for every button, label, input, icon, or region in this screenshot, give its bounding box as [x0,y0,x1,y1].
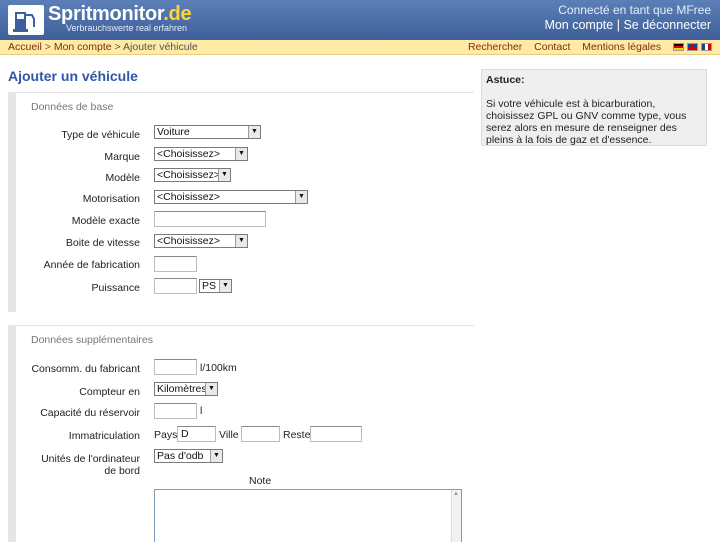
country-label: Pays [154,429,178,441]
logout-link[interactable]: Se déconnecter [623,18,711,32]
site-tagline: Verbrauchswerte real erfahren [66,23,188,33]
note-label: Note [249,475,272,487]
power-unit-select[interactable]: PS ▼ [199,279,232,293]
engine-select[interactable]: <Choisissez> ▼ [154,190,308,204]
rest-label: Reste [283,429,311,441]
exact-model-input[interactable] [154,211,266,227]
dropdown-arrow-icon: ▼ [219,280,231,292]
model-select[interactable]: <Choisissez> ▼ [154,168,231,182]
german-flag-icon[interactable] [673,43,684,51]
gearbox-label: Boite de vitesse [65,237,140,249]
breadcrumb: Accueil > Mon compte > Ajouter véhicule [8,40,198,54]
section-divider [16,92,474,93]
page-title: Ajouter un véhicule [8,68,138,84]
section-title: Données supplémentaires [31,334,153,346]
board-units-label: Unités de l'ordinateur de bord [8,453,140,477]
counter-label: Compteur en [79,386,140,398]
year-input[interactable] [154,256,197,272]
link-separator: | [616,18,620,32]
dropdown-arrow-icon: ▼ [235,148,247,160]
board-units-label-line2: de bord [104,465,140,477]
country-input[interactable] [177,426,216,442]
breadcrumb-separator: > [114,41,121,53]
tip-box: Astuce: Si votre véhicule est à bicarbur… [481,69,707,146]
city-input[interactable] [241,426,280,442]
vehicle-type-label: Type de véhicule [61,129,140,141]
engine-label: Motorisation [82,193,140,205]
french-flag-icon[interactable] [701,43,712,51]
legal-link[interactable]: Mentions légales [582,41,661,53]
breadcrumb-account[interactable]: Mon compte [54,41,112,53]
counter-value: Kilomètres [157,383,207,395]
contact-link[interactable]: Contact [534,41,570,53]
nav-bar: Accueil > Mon compte > Ajouter véhicule … [0,40,720,55]
engine-value: <Choisissez> [157,191,221,203]
my-account-link[interactable]: Mon compte [544,18,613,32]
user-info: Connecté en tant que MFree Mon compte | … [544,3,711,33]
logged-in-text: Connecté en tant que MFree [558,3,711,17]
section-title: Données de base [31,101,114,113]
registration-label: Immatriculation [68,430,140,442]
breadcrumb-separator: > [44,41,51,53]
year-label: Année de fabrication [43,259,140,271]
vehicle-type-select[interactable]: Voiture ▼ [154,125,261,139]
brand-select[interactable]: <Choisissez> ▼ [154,147,248,161]
breadcrumb-home[interactable]: Accueil [8,41,42,53]
uk-flag-icon[interactable] [687,43,698,51]
power-input[interactable] [154,278,197,294]
top-nav-links: Rechercher Contact Mentions légales [459,40,712,54]
section-divider [16,325,474,326]
fuel-pump-logo-icon[interactable] [8,5,44,35]
board-units-label-line1: Unités de l'ordinateur [41,453,140,465]
dropdown-arrow-icon: ▼ [205,383,217,395]
breadcrumb-current: Ajouter véhicule [123,41,198,53]
consumption-input[interactable] [154,359,197,375]
vehicle-type-value: Voiture [157,126,190,138]
model-label: Modèle [105,172,140,184]
textarea-scrollbar[interactable] [451,490,461,542]
note-textarea[interactable] [154,489,462,542]
board-units-select[interactable]: Pas d'odb ▼ [154,449,223,463]
tank-label: Capacité du réservoir [40,407,140,419]
dropdown-arrow-icon: ▼ [248,126,260,138]
dropdown-arrow-icon: ▼ [218,169,230,181]
power-unit-value: PS [202,280,217,292]
dropdown-arrow-icon: ▼ [295,191,307,203]
tip-title: Astuce: [486,74,525,86]
gearbox-value: <Choisissez> [157,235,221,247]
tank-input[interactable] [154,403,197,419]
gearbox-select[interactable]: <Choisissez> ▼ [154,234,248,248]
dropdown-arrow-icon: ▼ [210,450,222,462]
rest-input[interactable] [310,426,362,442]
power-label: Puissance [91,282,140,294]
dropdown-arrow-icon: ▼ [235,235,247,247]
exact-model-label: Modèle exacte [71,215,140,227]
model-value: <Choisissez> [157,169,221,181]
tip-text: Si votre véhicule est à bicarburation, c… [486,98,687,146]
search-link[interactable]: Rechercher [468,41,522,53]
consumption-label: Consomm. du fabricant [31,363,140,375]
board-units-value: Pas d'odb [157,450,204,462]
brand-label: Marque [104,151,140,163]
city-label: Ville [219,429,239,441]
site-header: Spritmonitor.de Verbrauchswerte real erf… [0,0,720,40]
brand-value: <Choisissez> [157,148,221,160]
consumption-unit: l/100km [200,362,237,374]
tank-unit: l [200,405,203,417]
counter-select[interactable]: Kilomètres ▼ [154,382,218,396]
